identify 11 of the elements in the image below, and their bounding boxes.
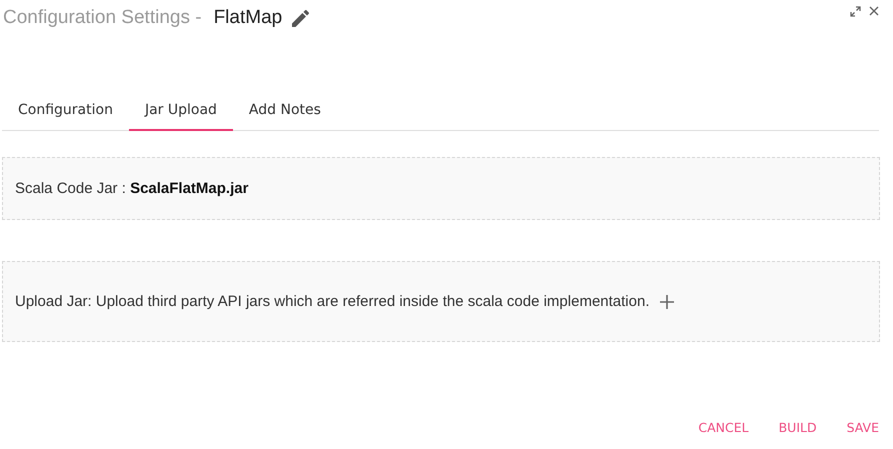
- edit-icon[interactable]: [292, 10, 310, 26]
- expand-icon[interactable]: [850, 6, 861, 17]
- dialog-title: Configuration Settings -: [3, 7, 202, 29]
- flow-name: FlatMap: [214, 7, 282, 29]
- tab[interactable]: Add Notes: [232, 93, 337, 131]
- scala-jar-text: Scala Code Jar : ScalaFlatMap.jar: [15, 180, 248, 197]
- upload-jar-text: Upload Jar: Upload third party API jars which are referred inside the scala code implementation.: [15, 293, 650, 310]
- close-icon[interactable]: [869, 6, 879, 16]
- tab[interactable]: Configuration: [2, 93, 129, 131]
- tab[interactable]: Jar Upload: [128, 93, 233, 131]
- add-icon[interactable]: [660, 294, 674, 308]
